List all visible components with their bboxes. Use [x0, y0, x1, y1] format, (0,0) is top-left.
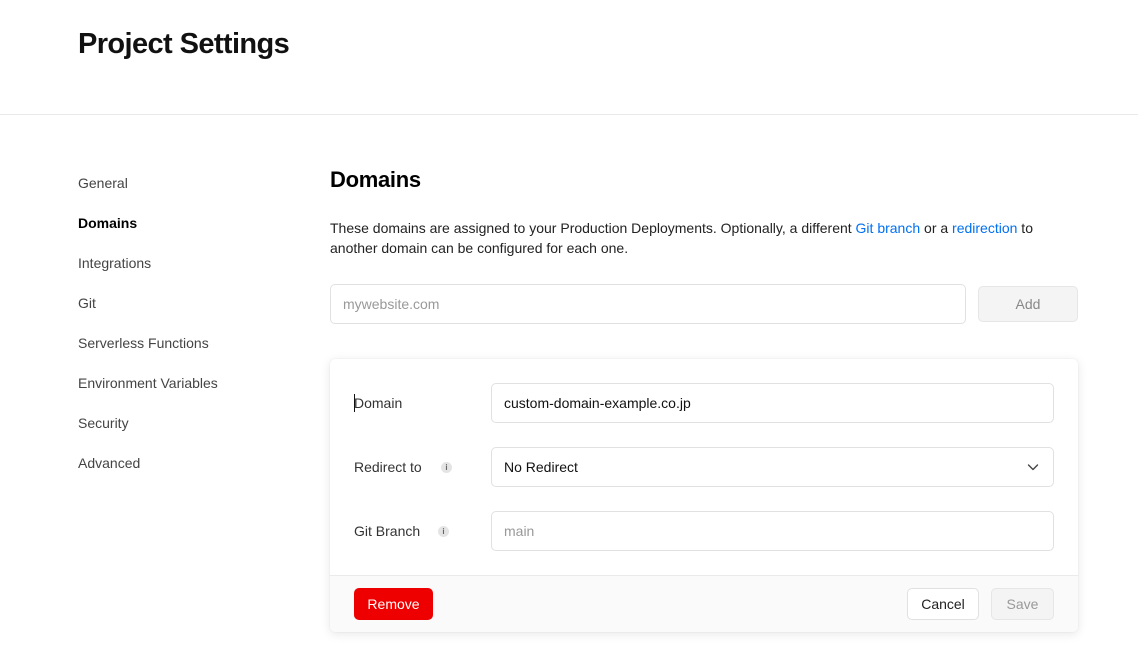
domain-card: Domain Redirect to i No Redirect Git Bra… [330, 359, 1078, 632]
redirection-link[interactable]: redirection [952, 220, 1017, 236]
cancel-button[interactable]: Cancel [907, 588, 979, 620]
chevron-down-icon [1027, 464, 1039, 471]
sidebar-item-integrations[interactable]: Integrations [78, 250, 298, 290]
page-header: Project Settings [0, 0, 1138, 115]
git-branch-input[interactable] [491, 511, 1054, 551]
add-domain-row: Add [330, 284, 1078, 324]
save-button[interactable]: Save [991, 588, 1054, 620]
redirect-label: Redirect to [354, 459, 422, 475]
remove-button[interactable]: Remove [354, 588, 433, 620]
description-text-middle: or a [920, 220, 953, 236]
git-branch-label: Git Branch [354, 523, 421, 539]
section-title: Domains [330, 167, 421, 192]
git-branch-field-row: Git Branch i [354, 511, 1054, 551]
sidebar-item-git[interactable]: Git [78, 290, 298, 330]
sidebar-item-advanced[interactable]: Advanced [78, 450, 298, 490]
info-icon[interactable]: i [441, 462, 452, 473]
info-icon[interactable]: i [438, 526, 449, 537]
domains-section: Domains These domains are assigned to yo… [330, 160, 1078, 632]
git-branch-link[interactable]: Git branch [856, 220, 921, 236]
page-title: Project Settings [78, 28, 290, 60]
redirect-selected-value: No Redirect [504, 459, 578, 475]
redirect-field-row: Redirect to i No Redirect [354, 447, 1054, 487]
sidebar-item-general[interactable]: General [78, 170, 298, 210]
domain-label: Domain [354, 395, 403, 411]
domain-field-row: Domain [354, 383, 1054, 423]
sidebar-item-environment-variables[interactable]: Environment Variables [78, 370, 298, 410]
sidebar-item-domains[interactable]: Domains [78, 210, 298, 250]
sidebar-item-serverless-functions[interactable]: Serverless Functions [78, 330, 298, 370]
domain-field[interactable] [491, 383, 1054, 423]
sidebar-item-security[interactable]: Security [78, 410, 298, 450]
section-description: These domains are assigned to your Produ… [330, 218, 1070, 258]
redirect-select[interactable]: No Redirect [491, 447, 1054, 487]
description-text-start: These domains are assigned to your Produ… [330, 220, 856, 236]
add-domain-button[interactable]: Add [978, 286, 1078, 322]
card-footer: Remove Cancel Save [330, 575, 1078, 632]
add-domain-input[interactable] [330, 284, 966, 324]
settings-sidebar: General Domains Integrations Git Serverl… [78, 170, 298, 490]
